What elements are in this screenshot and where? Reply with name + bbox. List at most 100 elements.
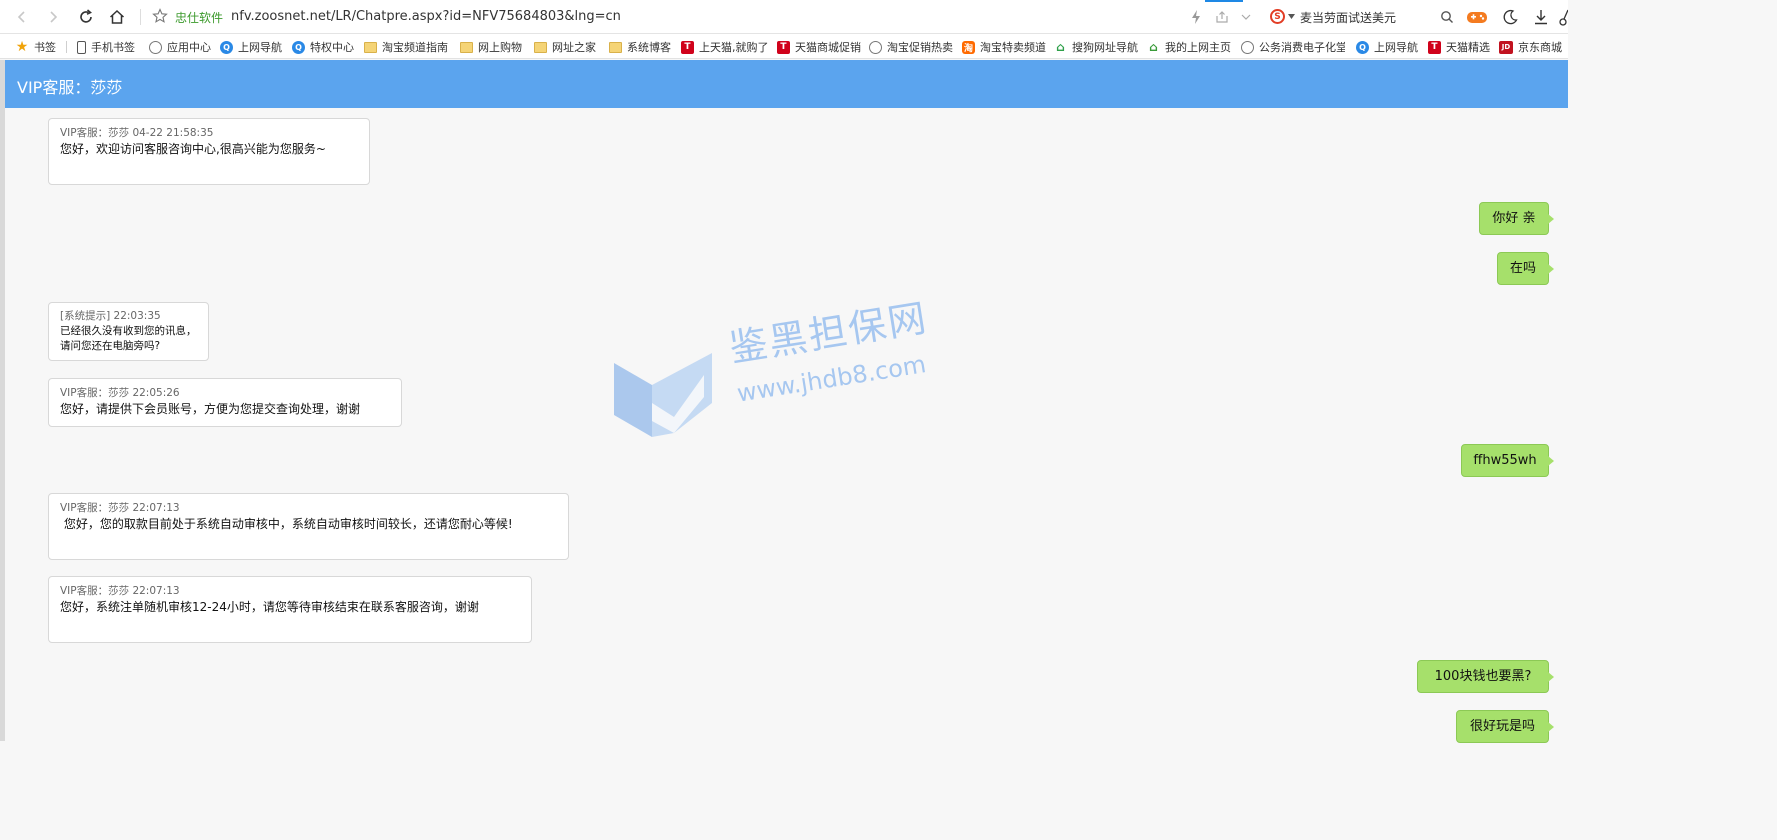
bookmark-label: 特权中心: [310, 41, 354, 54]
night-mode-icon[interactable]: [1502, 9, 1518, 25]
qq-browser-icon: Q: [1356, 40, 1369, 54]
chevron-right-icon: [50, 11, 58, 23]
chat-message-area[interactable]: VIP客服：莎莎 04-22 21:58:35 您好，欢迎访问客服咨询中心,很高…: [5, 108, 1568, 743]
bookmark-label: 网上购物: [478, 41, 522, 54]
bookmark-label: 京东商城: [1518, 41, 1562, 54]
globe-icon: [869, 40, 882, 54]
bookmark-label: 上天猫,就购了: [699, 41, 769, 54]
tmall-icon: T: [777, 40, 790, 54]
phone-icon: [77, 40, 86, 54]
bookmark-item-app-center[interactable]: 应用中心: [149, 39, 211, 55]
message-text-line: 已经很久没有收到您的讯息，: [60, 325, 197, 337]
bookmark-item-tmall-select[interactable]: T 天猫精选: [1428, 39, 1490, 55]
watermark-logo: [614, 353, 712, 437]
bookmark-label: 天猫商城促销: [795, 41, 861, 54]
user-message: ffhw55wh: [1461, 444, 1554, 477]
user-message: 在吗: [1497, 252, 1554, 285]
message-meta: VIP客服：莎莎 22:05:26: [60, 387, 180, 399]
back-button[interactable]: [10, 5, 34, 29]
bookmark-item-bookmarks[interactable]: ★ 书签: [15, 39, 56, 55]
bookmark-label: 淘宝频道指南: [382, 41, 448, 54]
bookmark-item-sogou-nav[interactable]: ⌂ 搜狗网址导航: [1054, 39, 1138, 55]
forward-button[interactable]: [41, 5, 65, 29]
bookmark-label: 天猫精选: [1446, 41, 1490, 54]
divider: [66, 41, 67, 53]
folder-icon: [609, 41, 622, 53]
bookmark-item-url-home[interactable]: 网址之家: [534, 39, 596, 55]
system-message: [系统提示] 22:03:35 已经很久没有收到您的讯息， 请问您还在电脑旁吗?: [48, 302, 209, 361]
chevron-down-icon[interactable]: [1240, 10, 1252, 24]
site-identity-label[interactable]: 忠仕软件: [175, 9, 223, 26]
scissors-icon[interactable]: [1559, 8, 1568, 26]
bookmarks-bar: ★ 书签 手机书签 应用中心 Q 上网导航 Q 特权中心 淘宝频道指南 网上购物 网址…: [0, 34, 1568, 59]
bookmark-item-tmall[interactable]: T 上天猫,就购了: [681, 39, 769, 55]
bookmark-label: 淘宝特卖频道: [980, 41, 1046, 54]
caret-down-icon[interactable]: [1288, 14, 1295, 19]
bookmark-item-official-consumption[interactable]: 公务消费电子化堂: [1241, 39, 1345, 55]
bookmark-label: 上网导航: [238, 41, 282, 54]
bookmark-item-online-shopping[interactable]: 网上购物: [460, 39, 522, 55]
message-meta: VIP客服：莎莎 22:07:13: [60, 585, 180, 597]
bookmark-item-taobao-sale[interactable]: 淘淘宝特卖频道: [962, 39, 1046, 55]
active-tab-indicator: [1205, 0, 1243, 2]
bookmark-item-privilege[interactable]: Q 特权中心: [292, 39, 354, 55]
message-text: 您好，欢迎访问客服咨询中心,很高兴能为您服务~: [60, 142, 326, 156]
message-text-line: 请问您还在电脑旁吗?: [60, 340, 161, 352]
star-icon: ★: [15, 39, 29, 55]
bookmark-label: 手机书签: [91, 41, 135, 54]
message-text: 您好，您的取款目前处于系统自动审核中，系统自动审核时间较长，还请您耐心等候!: [60, 517, 513, 531]
sogou-search-icon[interactable]: S: [1270, 9, 1285, 24]
bookmark-label: 我的上网主页: [1165, 41, 1231, 54]
bookmark-item-my-homepage[interactable]: ⌂ 我的上网主页: [1147, 39, 1231, 55]
address-bar: 忠仕软件 nfv.zoosnet.net/LR/Chatpre.aspx?id=…: [0, 0, 1568, 34]
home-button[interactable]: [105, 5, 129, 29]
search-icon[interactable]: [1440, 10, 1454, 24]
bookmark-item-web-nav[interactable]: Q 上网导航: [220, 39, 282, 55]
lightning-icon[interactable]: [1191, 10, 1201, 24]
agent-message: VIP客服：莎莎 22:07:13 您好，系统注单随机审核12-24小时，请您等…: [48, 576, 532, 643]
message-text: 您好，系统注单随机审核12-24小时，请您等待审核结束在联系客服咨询，谢谢: [60, 600, 479, 614]
share-icon[interactable]: [1215, 10, 1229, 24]
game-controller-icon[interactable]: [1466, 9, 1488, 25]
bookmark-star-icon[interactable]: [152, 8, 168, 24]
chevron-left-icon: [17, 11, 25, 23]
download-icon[interactable]: [1533, 9, 1549, 25]
search-input[interactable]: 麦当劳面试送美元: [1300, 9, 1396, 26]
jd-icon: JD: [1499, 40, 1513, 54]
bookmark-item-jd[interactable]: JD 京东商城: [1499, 39, 1568, 55]
bookmark-item-tmall-promo[interactable]: T 天猫商城促销: [777, 39, 861, 55]
search-box[interactable]: S 麦当劳面试送美元: [1268, 6, 1460, 28]
message-meta: VIP客服：莎莎 04-22 21:58:35: [60, 127, 214, 139]
url-input[interactable]: nfv.zoosnet.net/LR/Chatpre.aspx?id=NFV75…: [231, 9, 621, 24]
message-text: 您好，请提供下会员账号，方便为您提交查询处理，谢谢: [60, 402, 361, 416]
agent-message: VIP客服：莎莎 04-22 21:58:35 您好，欢迎访问客服咨询中心,很高…: [48, 118, 370, 185]
home-icon: [109, 9, 125, 24]
reload-button[interactable]: [74, 5, 98, 29]
reload-icon: [80, 9, 92, 23]
sogou-icon: ⌂: [1056, 40, 1065, 54]
bookmark-label: 淘宝促销热卖: [887, 41, 953, 54]
bookmark-label: 上网导航: [1374, 41, 1418, 54]
home-icon: ⌂: [1149, 40, 1158, 54]
bookmark-item-taobao-hot[interactable]: 淘宝促销热卖: [869, 39, 953, 55]
bookmark-item-mobile[interactable]: 手机书签: [77, 39, 135, 55]
bookmark-label: 公务消费电子化堂: [1259, 41, 1345, 54]
folder-icon: [364, 41, 377, 53]
tmall-icon: T: [1428, 40, 1441, 54]
bookmark-item-taobao-guide[interactable]: 淘宝频道指南: [364, 39, 448, 55]
qq-browser-icon: Q: [220, 40, 233, 54]
bookmark-item-system-blog[interactable]: 系统博客: [609, 39, 671, 55]
user-message: 100块钱也要黑?: [1417, 660, 1554, 693]
globe-icon: [1241, 40, 1254, 54]
bookmark-item-web-nav-2[interactable]: Q 上网导航: [1356, 39, 1418, 55]
bookmark-label: 应用中心: [167, 41, 211, 54]
agent-message: VIP客服：莎莎 22:05:26 您好，请提供下会员账号，方便为您提交查询处理…: [48, 378, 402, 427]
qq-browser-icon: Q: [292, 40, 305, 54]
user-message: 很好玩是吗: [1456, 710, 1554, 743]
message-meta: VIP客服：莎莎 22:07:13: [60, 502, 180, 514]
bookmark-label: 搜狗网址导航: [1072, 41, 1138, 54]
folder-icon: [460, 41, 473, 53]
tmall-icon: T: [681, 40, 694, 54]
user-message: 你好 亲: [1479, 202, 1554, 235]
agent-message: VIP客服：莎莎 22:07:13 您好，您的取款目前处于系统自动审核中，系统自…: [48, 493, 569, 560]
